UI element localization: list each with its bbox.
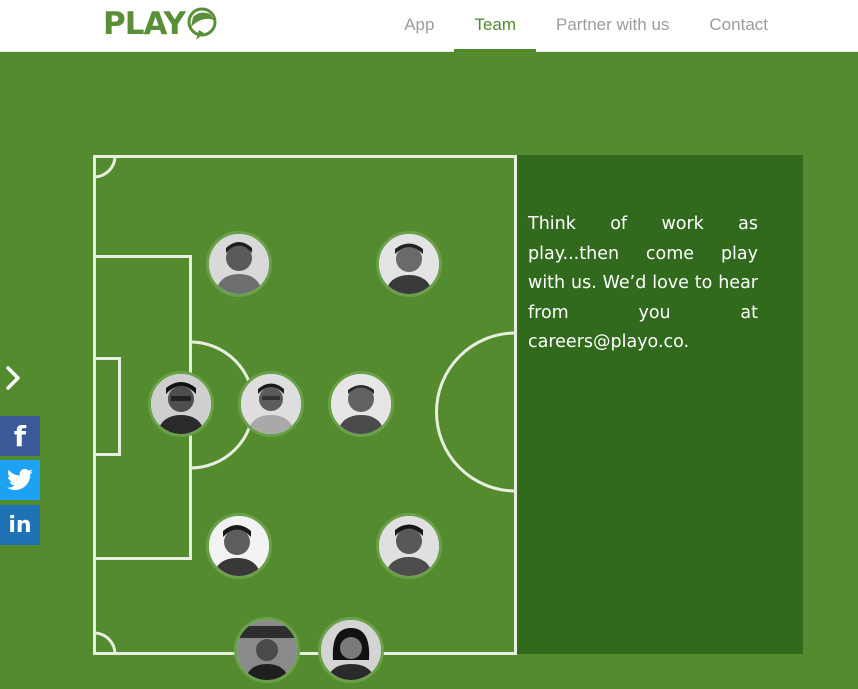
person-photo-icon: [331, 374, 391, 434]
person-photo-icon: [209, 516, 269, 576]
linkedin-share-button[interactable]: in: [0, 505, 40, 545]
facebook-share-button[interactable]: f: [0, 416, 40, 456]
team-member-avatar[interactable]: [376, 513, 442, 579]
nav-contact[interactable]: Contact: [689, 0, 788, 52]
person-photo-icon: [237, 620, 297, 680]
person-photo-icon: [209, 234, 269, 294]
logo-ball-icon: [187, 7, 217, 40]
nav-app[interactable]: App: [384, 0, 454, 52]
team-member-avatar[interactable]: [206, 513, 272, 579]
linkedin-icon: in: [8, 512, 32, 538]
chevron-right-icon[interactable]: [2, 364, 24, 392]
nav-team[interactable]: Team: [454, 0, 537, 52]
person-photo-icon: [151, 374, 211, 434]
careers-panel: Think of work as play...then come play w…: [517, 155, 803, 654]
person-photo-icon: [241, 374, 301, 434]
team-member-avatar[interactable]: [328, 371, 394, 437]
person-photo-icon: [379, 516, 439, 576]
logo-text: PLAY: [103, 6, 186, 42]
main-nav: App Team Partner with us Contact: [384, 0, 788, 52]
twitter-share-button[interactable]: [0, 460, 40, 500]
team-member-avatar[interactable]: [206, 231, 272, 297]
person-photo-icon: [321, 620, 381, 680]
team-member-avatar[interactable]: [376, 231, 442, 297]
careers-email-link[interactable]: careers@playo.co.: [528, 332, 689, 352]
twitter-icon: [7, 468, 33, 490]
team-member-avatar[interactable]: [238, 371, 304, 437]
site-header: PLAY App Team Partner with us Contact: [0, 0, 858, 52]
careers-message: Think of work as play...then come play w…: [528, 214, 758, 323]
team-member-avatar[interactable]: [234, 617, 300, 683]
playo-logo[interactable]: PLAY: [103, 4, 220, 44]
team-member-avatar[interactable]: [318, 617, 384, 683]
facebook-icon: f: [13, 419, 27, 453]
team-member-avatar[interactable]: [148, 371, 214, 437]
person-photo-icon: [379, 234, 439, 294]
nav-partner-with-us[interactable]: Partner with us: [536, 0, 689, 52]
careers-text: Think of work as play...then come play w…: [528, 210, 758, 358]
